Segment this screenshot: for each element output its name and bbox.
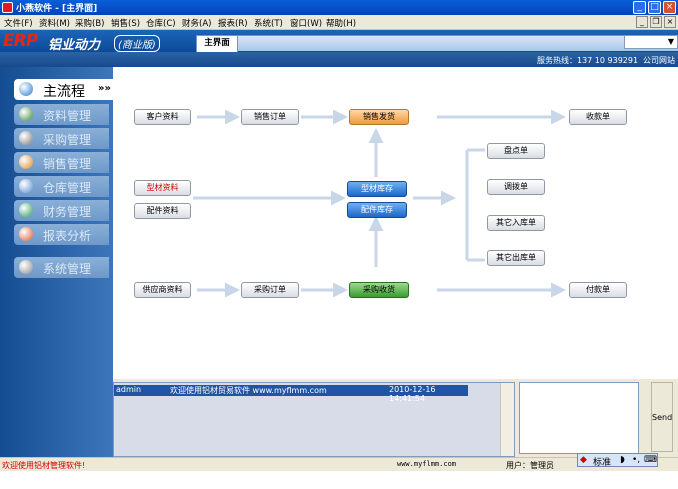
flow-other-outbound[interactable]: 其它出库单 bbox=[487, 250, 545, 266]
message-input[interactable] bbox=[519, 382, 639, 454]
sidebar-item-label: 系统管理 bbox=[43, 262, 92, 276]
menu-help[interactable]: 帮助(H) bbox=[326, 17, 356, 29]
sidebar-item-label: 主流程 bbox=[43, 84, 85, 100]
message-scrollbar[interactable] bbox=[500, 383, 514, 456]
hotline-bar: 服务热线：137 10 939291 公司网站 bbox=[0, 52, 678, 67]
document-icon bbox=[19, 107, 33, 121]
close-button[interactable]: × bbox=[663, 1, 676, 14]
menu-data[interactable]: 资料(M) bbox=[39, 17, 70, 29]
ime-logo-icon: ◆ bbox=[580, 455, 587, 465]
flow-receipt[interactable]: 收款单 bbox=[569, 109, 627, 125]
mdi-close-button[interactable]: × bbox=[664, 16, 676, 28]
chevron-down-icon[interactable]: ▼ bbox=[665, 36, 677, 48]
message-time: 2010-12-16 14:41:54 bbox=[389, 385, 436, 403]
tools-icon bbox=[19, 260, 33, 274]
expand-arrows-icon: »» bbox=[98, 83, 111, 94]
flow-stocktake[interactable]: 盘点单 bbox=[487, 143, 545, 159]
flow-customer-data[interactable]: 客户资料 bbox=[134, 109, 191, 125]
sidebar: 主流程 »» 资料管理 采购管理 销售管理 仓库管理 财务管理 报表分析 系统管… bbox=[0, 67, 113, 457]
sidebar-item-finance[interactable]: 财务管理 bbox=[14, 200, 109, 221]
brand-name: 铝业动力 bbox=[48, 38, 101, 53]
message-list[interactable]: admin 欢迎使用铝材贸易软件 www.myflmm.com 2010-12-… bbox=[113, 382, 515, 457]
sidebar-item-warehouse[interactable]: 仓库管理 bbox=[14, 176, 109, 197]
title-bar: 小燕软件 - [主界面] _ □ × bbox=[0, 0, 678, 15]
sidebar-item-sales[interactable]: 销售管理 bbox=[14, 152, 109, 173]
sidebar-item-label: 财务管理 bbox=[43, 205, 92, 219]
app-icon[interactable] bbox=[2, 2, 13, 13]
menu-window[interactable]: 窗口(W) bbox=[290, 17, 322, 29]
sidebar-item-main-flow[interactable]: 主流程 »» bbox=[14, 79, 113, 100]
sidebar-item-label: 采购管理 bbox=[43, 133, 92, 147]
message-user: admin bbox=[116, 385, 142, 394]
flow-sales-order[interactable]: 销售订单 bbox=[241, 109, 299, 125]
company-website-link[interactable]: 公司网站 bbox=[643, 55, 675, 66]
flow-parts-data[interactable]: 配件资料 bbox=[134, 203, 191, 219]
sidebar-item-data[interactable]: 资料管理 bbox=[14, 104, 109, 125]
menu-finance[interactable]: 财务(A) bbox=[182, 17, 211, 29]
window-select[interactable]: ▼ bbox=[624, 35, 678, 49]
sidebar-item-system[interactable]: 系统管理 bbox=[14, 257, 109, 278]
sidebar-item-label: 仓库管理 bbox=[43, 181, 92, 195]
message-panel: admin 欢迎使用铝材贸易软件 www.myflmm.com 2010-12-… bbox=[113, 379, 678, 457]
flow-profile-stock[interactable]: 型材库存 bbox=[347, 181, 407, 197]
ime-toolbar[interactable]: ◆ 标准 ◗ •, ⌨ bbox=[577, 453, 658, 468]
flow-parts-stock[interactable]: 配件库存 bbox=[347, 202, 407, 218]
globe-icon bbox=[19, 82, 33, 96]
menu-warehouse[interactable]: 仓库(C) bbox=[146, 17, 176, 29]
sidebar-item-label: 资料管理 bbox=[43, 109, 92, 123]
tab-strip: 主界面 bbox=[196, 35, 678, 52]
service-hotline: 服务热线：137 10 939291 bbox=[537, 56, 639, 65]
punctuation-icon[interactable]: •, bbox=[632, 455, 640, 465]
message-row[interactable]: admin 欢迎使用铝材贸易软件 www.myflmm.com 2010-12-… bbox=[114, 385, 468, 403]
flow-transfer[interactable]: 调拨单 bbox=[487, 179, 545, 195]
flow-payment[interactable]: 付款单 bbox=[569, 282, 627, 298]
menu-sales[interactable]: 销售(S) bbox=[111, 17, 140, 29]
menu-system[interactable]: 系统(T) bbox=[254, 17, 283, 29]
erp-logo: ERP bbox=[3, 31, 38, 51]
ime-mode[interactable]: 标准 bbox=[593, 455, 611, 468]
tab-main[interactable]: 主界面 bbox=[196, 35, 238, 52]
bottom-gap bbox=[0, 471, 678, 489]
sidebar-item-label: 报表分析 bbox=[43, 229, 92, 243]
main-flow-panel: 客户资料 销售订单 销售发货 收款单 型材资料 配件资料 型材库存 配件库存 盘… bbox=[113, 67, 678, 379]
menu-file[interactable]: 文件(F) bbox=[4, 17, 33, 29]
status-url: www.myflmm.com bbox=[397, 460, 457, 468]
message-text: 欢迎使用铝材贸易软件 www.myflmm.com bbox=[170, 386, 327, 395]
sidebar-item-reports[interactable]: 报表分析 bbox=[14, 224, 109, 245]
menu-purchase[interactable]: 采购(B) bbox=[75, 17, 104, 29]
chart-icon bbox=[19, 227, 33, 241]
basket-icon bbox=[19, 131, 33, 145]
flow-sales-shipment[interactable]: 销售发货 bbox=[349, 109, 409, 125]
brand-edition: (商业版) bbox=[114, 35, 160, 52]
menu-report[interactable]: 报表(R) bbox=[218, 17, 248, 29]
window-title: 小燕软件 - [主界面] bbox=[16, 4, 98, 14]
sidebar-item-label: 销售管理 bbox=[43, 157, 92, 171]
mdi-restore-button[interactable]: ❐ bbox=[650, 16, 662, 28]
minimize-button[interactable]: _ bbox=[633, 1, 646, 14]
status-user: 用户：管理员 bbox=[506, 461, 554, 470]
keyboard-icon[interactable]: ⌨ bbox=[644, 455, 657, 465]
sidebar-item-purchase[interactable]: 采购管理 bbox=[14, 128, 109, 149]
flow-profile-data[interactable]: 型材资料 bbox=[134, 180, 191, 196]
flow-purchase-receipt[interactable]: 采购收货 bbox=[349, 282, 409, 298]
send-button[interactable]: Send bbox=[651, 382, 673, 452]
sales-icon bbox=[19, 155, 33, 169]
mdi-minimize-button[interactable]: _ bbox=[636, 16, 648, 28]
flow-purchase-order[interactable]: 采购订单 bbox=[241, 282, 299, 298]
status-welcome: 欢迎使用铝材管理软件! bbox=[2, 461, 86, 470]
warehouse-icon bbox=[19, 179, 33, 193]
flow-supplier-data[interactable]: 供应商资料 bbox=[134, 282, 191, 298]
logo-bar: ERP 铝业动力 (商业版) 主界面 bbox=[0, 30, 678, 53]
menu-bar: 文件(F) 资料(M) 采购(B) 销售(S) 仓库(C) 财务(A) 报表(R… bbox=[0, 15, 678, 30]
maximize-button[interactable]: □ bbox=[648, 1, 661, 14]
flow-other-inbound[interactable]: 其它入库单 bbox=[487, 215, 545, 231]
half-width-icon[interactable]: ◗ bbox=[620, 455, 625, 465]
money-icon bbox=[19, 203, 33, 217]
